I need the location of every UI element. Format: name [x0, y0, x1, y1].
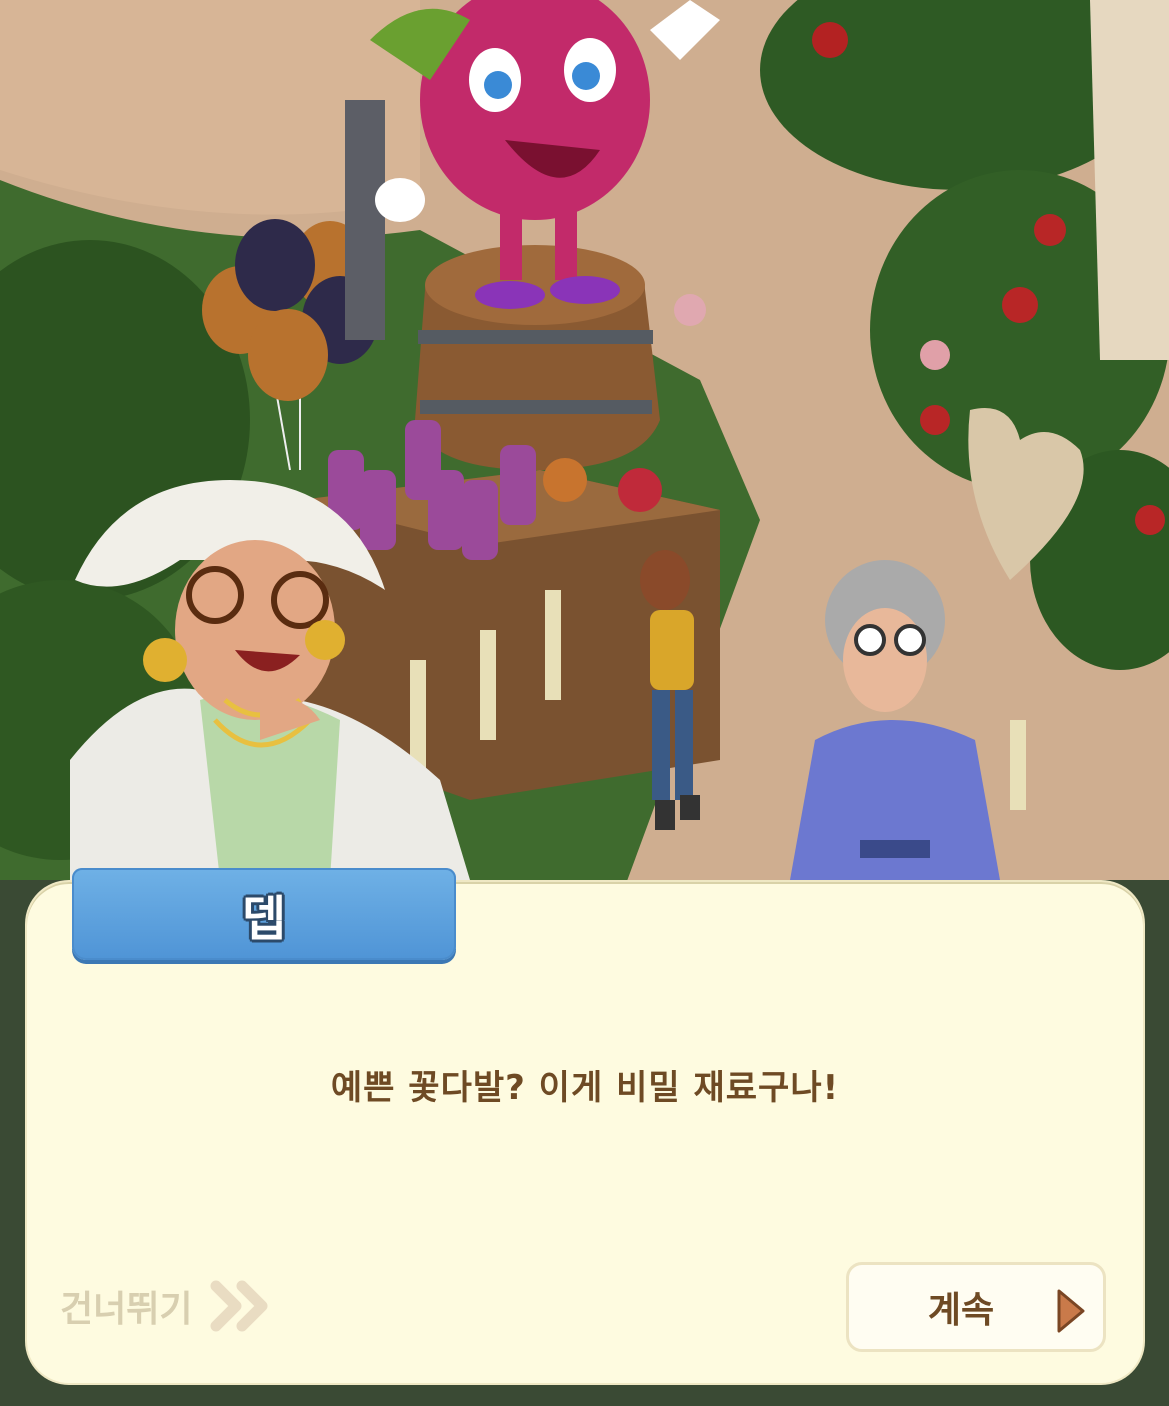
continue-button[interactable]: 계속: [846, 1262, 1106, 1352]
continue-label: 계속: [927, 1290, 995, 1331]
skip-label: 건너뛰기: [60, 1289, 193, 1330]
play-triangle-icon: [1055, 1287, 1087, 1339]
skip-button[interactable]: 건너뛰기: [60, 1276, 272, 1336]
double-chevron-right-icon: [210, 1280, 272, 1332]
speaker-name-tab: 뎁: [72, 868, 456, 960]
dialog-message: 예쁜 꽃다발? 이게 비밀 재료구나!: [330, 1068, 840, 1108]
speaker-name: 뎁: [241, 891, 287, 947]
